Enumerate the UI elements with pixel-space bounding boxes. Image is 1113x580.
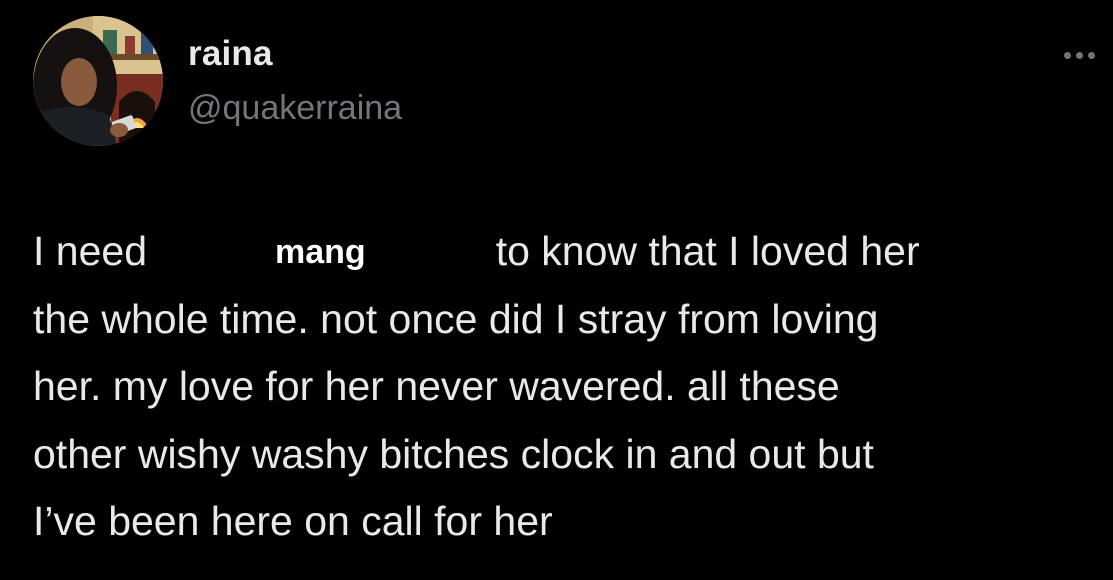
more-horizontal-icon-dot xyxy=(1087,51,1095,59)
tweet-card: raina @quakerraina I need mang to know tha… xyxy=(0,0,1113,580)
more-horizontal-icon-dot xyxy=(1075,51,1083,59)
tweet-text-line: I’ve been here on call for her xyxy=(33,498,553,544)
tweet-text-segment: I need xyxy=(33,228,147,274)
tweet-text-line: the whole time. not once did I stray fro… xyxy=(33,295,879,342)
tweet-text-segment: to know that I loved her xyxy=(495,228,920,274)
more-options-button[interactable] xyxy=(1055,40,1103,70)
tweet-text-line: other wishy washy bitches clock in and o… xyxy=(33,430,874,477)
tweet-text-line: her. my love for her never wavered. all … xyxy=(33,363,840,409)
avatar[interactable] xyxy=(33,16,163,146)
tweet-text: I need mang to know that I loved her the w… xyxy=(33,218,1093,556)
display-name[interactable]: raina xyxy=(188,34,273,74)
tweet-text-line: I need mang to know that I loved her xyxy=(33,218,1093,286)
more-horizontal-icon xyxy=(1063,51,1071,59)
user-handle[interactable]: @quakerraina xyxy=(188,89,402,128)
avatar-photo-icon xyxy=(33,16,163,146)
redaction-label: mang xyxy=(275,233,366,271)
